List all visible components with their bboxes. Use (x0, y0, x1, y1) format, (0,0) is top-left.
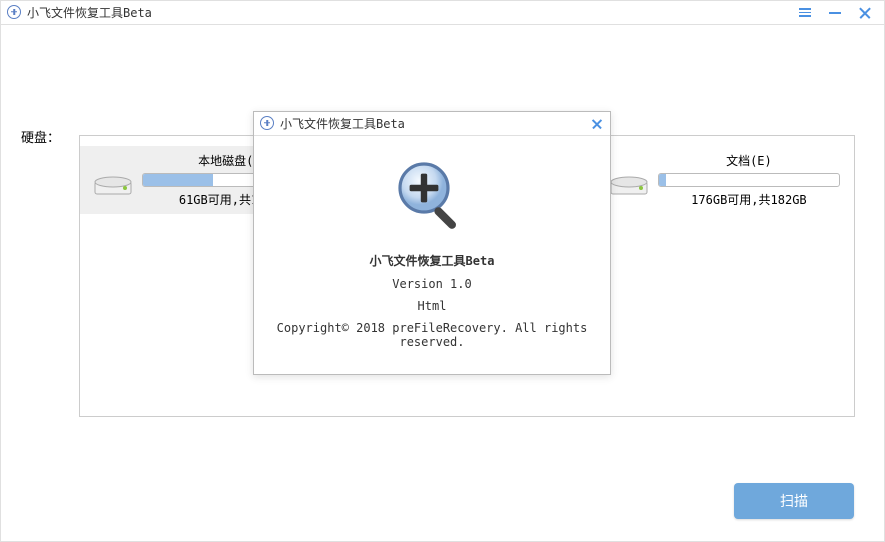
app-icon (7, 5, 23, 21)
about-title: 小飞文件恢复工具Beta (280, 115, 405, 132)
app-icon (260, 116, 276, 132)
about-copyright: Copyright© 2018 preFileRecovery. All rig… (254, 321, 610, 349)
window-controls (798, 6, 878, 20)
window-title: 小飞文件恢复工具Beta (27, 4, 152, 21)
disk-progress-fill (659, 174, 666, 186)
about-format: Html (254, 299, 610, 313)
disk-info: 文档(E) 176GB可用,共182GB (658, 152, 840, 208)
about-app-name: 小飞文件恢复工具Beta (254, 252, 610, 269)
about-dialog: 小飞文件恢复工具Beta 小飞文件恢复工具Beta Version 1.0 (253, 111, 611, 375)
titlebar: 小飞文件恢复工具Beta (1, 1, 884, 25)
menu-icon[interactable] (798, 6, 812, 20)
close-button[interactable] (858, 6, 872, 20)
magnifier-icon (392, 156, 472, 236)
disk-progress (658, 173, 840, 187)
close-icon[interactable] (590, 117, 604, 131)
disk-item-e[interactable]: 文档(E) 176GB可用,共182GB (596, 146, 854, 214)
disk-progress-fill (143, 174, 213, 186)
disk-usage: 176GB可用,共182GB (658, 191, 840, 208)
drive-icon (94, 170, 132, 198)
disk-section-label: 硬盘： (21, 127, 60, 146)
scan-button[interactable]: 扫描 (734, 483, 854, 519)
drive-icon (610, 170, 648, 198)
about-body: 小飞文件恢复工具Beta Version 1.0 Html Copyright©… (254, 136, 610, 349)
disk-name: 文档(E) (658, 152, 840, 169)
about-titlebar: 小飞文件恢复工具Beta (254, 112, 610, 136)
about-version: Version 1.0 (254, 277, 610, 291)
minimize-button[interactable] (828, 6, 842, 20)
